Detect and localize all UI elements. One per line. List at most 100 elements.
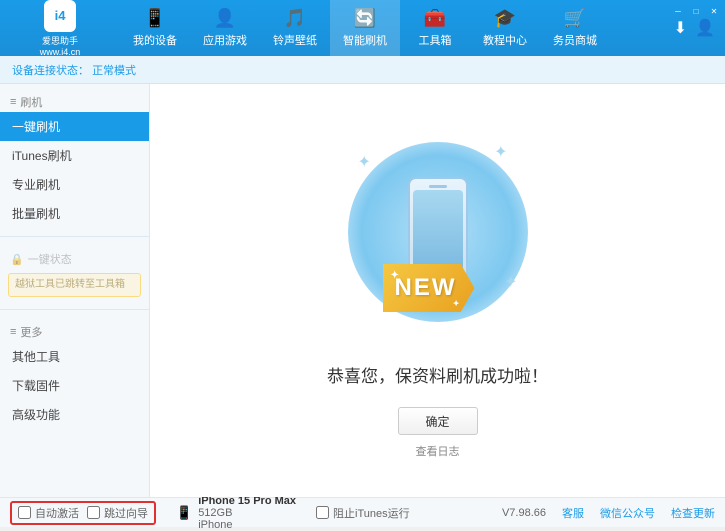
tab-tutorial[interactable]: 🎓 教程中心 (470, 0, 540, 56)
bottom-bar: 自动激活 跳过向导 📱 iPhone 15 Pro Max 512GB iPho… (0, 497, 725, 527)
device-info: 📱 iPhone 15 Pro Max 512GB iPhone (176, 495, 296, 531)
flash-group-icon: ≡ (10, 96, 16, 108)
logo-name: 爱思助手 (42, 34, 78, 47)
other-tools-label: 其他工具 (12, 348, 60, 365)
logo-area: i4 爱思助手 www.i4.cn (0, 0, 120, 61)
tab-tutorial-label: 教程中心 (483, 32, 527, 48)
device-options-area: 自动激活 跳过向导 (10, 501, 156, 525)
tutorial-icon: 🎓 (494, 8, 516, 29)
sidebar-group-more-label: 更多 (20, 324, 42, 340)
window-controls: ─ □ ✕ (671, 4, 721, 18)
my-device-icon: 📱 (144, 8, 166, 29)
logo-url: www.i4.cn (40, 47, 81, 57)
tab-flash[interactable]: 🔄 智能刷机 (330, 0, 400, 56)
phone-illustration: ✦ ✦ ✦ NEW (328, 122, 548, 342)
sidebar-item-batch-flash[interactable]: 批量刷机 (0, 199, 149, 228)
sparkle-3: ✦ (504, 272, 517, 292)
tab-my-device-label: 我的设备 (133, 32, 177, 48)
logo-icon: i4 (44, 0, 76, 32)
auto-activate-label: 自动激活 (35, 505, 79, 521)
breadcrumb-status: 正常模式 (92, 62, 136, 78)
tab-ringtone-label: 铃声壁纸 (273, 32, 317, 48)
skip-guide-checkbox[interactable] (87, 506, 100, 519)
header-actions: ⬇ 👤 (664, 18, 725, 38)
sidebar-section-flash: ≡ 刷机 一键刷机 iTunes刷机 专业刷机 批量刷机 (0, 84, 149, 232)
sidebar-notice: 越狱工具已跳转至工具箱 (8, 273, 141, 297)
itunes-flash-label: iTunes刷机 (12, 147, 72, 164)
sidebar: ≡ 刷机 一键刷机 iTunes刷机 专业刷机 批量刷机 (0, 84, 150, 497)
pro-flash-label: 专业刷机 (12, 176, 60, 193)
check-update-link[interactable]: 检查更新 (671, 505, 715, 521)
download-button[interactable]: ⬇ (674, 18, 687, 38)
sidebar-group-status: 🔒 一键状态 (0, 245, 149, 269)
sidebar-group-flash-label: 刷机 (20, 94, 42, 110)
tab-app-games[interactable]: 👤 应用游戏 (190, 0, 260, 56)
close-button[interactable]: ✕ (707, 4, 721, 18)
sidebar-section-status: 🔒 一键状态 越狱工具已跳转至工具箱 (0, 241, 149, 305)
skip-guide-label: 跳过向导 (104, 505, 148, 521)
toolbox-icon: 🧰 (424, 8, 446, 29)
nav-tabs: 📱 我的设备 👤 应用游戏 🎵 铃声壁纸 🔄 智能刷机 🧰 工具箱 🎓 (120, 0, 664, 56)
more-group-icon: ≡ (10, 326, 16, 338)
customer-service-link[interactable]: 客服 (562, 505, 584, 521)
header: i4 爱思助手 www.i4.cn 📱 我的设备 👤 应用游戏 🎵 铃声壁纸 🔄… (0, 0, 725, 56)
app-games-icon: 👤 (214, 8, 236, 29)
shop-icon: 🛒 (564, 8, 586, 29)
main-content: ✦ ✦ ✦ NEW 恭喜您，保资料刷机成功啦！ 确定 (150, 84, 725, 497)
device-storage: 512GB (198, 507, 296, 519)
sidebar-divider-2 (0, 309, 149, 310)
phone-speaker (429, 185, 447, 188)
phone-screen (413, 190, 463, 275)
sidebar-group-more: ≡ 更多 (0, 318, 149, 342)
tab-toolbox[interactable]: 🧰 工具箱 (400, 0, 470, 56)
device-details: iPhone 15 Pro Max 512GB iPhone (198, 495, 296, 531)
batch-flash-label: 批量刷机 (12, 205, 60, 222)
sparkle-2: ✦ (494, 142, 507, 162)
maximize-button[interactable]: □ (689, 4, 703, 18)
confirm-button[interactable]: 确定 (398, 407, 478, 435)
tab-ringtone[interactable]: 🎵 铃声壁纸 (260, 0, 330, 56)
version-label: V7.98.66 (502, 507, 546, 519)
sidebar-section-more: ≡ 更多 其他工具 下载固件 高级功能 (0, 314, 149, 433)
tab-shop-label: 务员商城 (553, 32, 597, 48)
user-button[interactable]: 👤 (695, 18, 715, 38)
sidebar-group-status-label: 一键状态 (28, 251, 72, 267)
sidebar-item-download-firmware[interactable]: 下载固件 (0, 371, 149, 400)
main-layout: ≡ 刷机 一键刷机 iTunes刷机 专业刷机 批量刷机 (0, 84, 725, 497)
logo-letter: i4 (55, 8, 66, 23)
sidebar-item-other-tools[interactable]: 其他工具 (0, 342, 149, 371)
sparkle-1: ✦ (358, 152, 371, 172)
tab-flash-label: 智能刷机 (343, 32, 387, 48)
download-firmware-label: 下载固件 (12, 377, 60, 394)
new-text: NEW (395, 274, 457, 302)
sidebar-item-itunes-flash[interactable]: iTunes刷机 (0, 141, 149, 170)
lock-icon: 🔒 (10, 253, 24, 266)
minimize-button[interactable]: ─ (671, 4, 685, 18)
tab-shop[interactable]: 🛒 务员商城 (540, 0, 610, 56)
breadcrumb-text: 设备连接状态： (12, 62, 89, 78)
sidebar-group-flash: ≡ 刷机 (0, 88, 149, 112)
sidebar-item-pro-flash[interactable]: 专业刷机 (0, 170, 149, 199)
stop-itunes-area: 阻止iTunes运行 (316, 505, 410, 521)
sidebar-divider-1 (0, 236, 149, 237)
stop-itunes-label: 阻止iTunes运行 (333, 505, 410, 521)
bottom-right: V7.98.66 客服 微信公众号 检查更新 (502, 505, 715, 521)
ringtone-icon: 🎵 (284, 8, 306, 29)
tab-toolbox-label: 工具箱 (419, 32, 452, 48)
flash-icon: 🔄 (354, 8, 376, 29)
new-ribbon: NEW (383, 264, 475, 312)
auto-activate-checkbox[interactable] (18, 506, 31, 519)
new-badge: NEW (383, 264, 475, 312)
sidebar-item-one-key-flash[interactable]: 一键刷机 (0, 112, 149, 141)
tab-app-games-label: 应用游戏 (203, 32, 247, 48)
sidebar-item-advanced[interactable]: 高级功能 (0, 400, 149, 429)
tab-my-device[interactable]: 📱 我的设备 (120, 0, 190, 56)
stop-itunes-checkbox[interactable] (316, 506, 329, 519)
device-icon: 📱 (176, 505, 192, 521)
one-key-flash-label: 一键刷机 (12, 118, 60, 135)
device-type: iPhone (198, 519, 296, 531)
success-message: 恭喜您，保资料刷机成功啦！ (327, 362, 548, 387)
log-link[interactable]: 查看日志 (416, 443, 460, 459)
advanced-label: 高级功能 (12, 406, 60, 423)
wechat-public-link[interactable]: 微信公众号 (600, 505, 655, 521)
